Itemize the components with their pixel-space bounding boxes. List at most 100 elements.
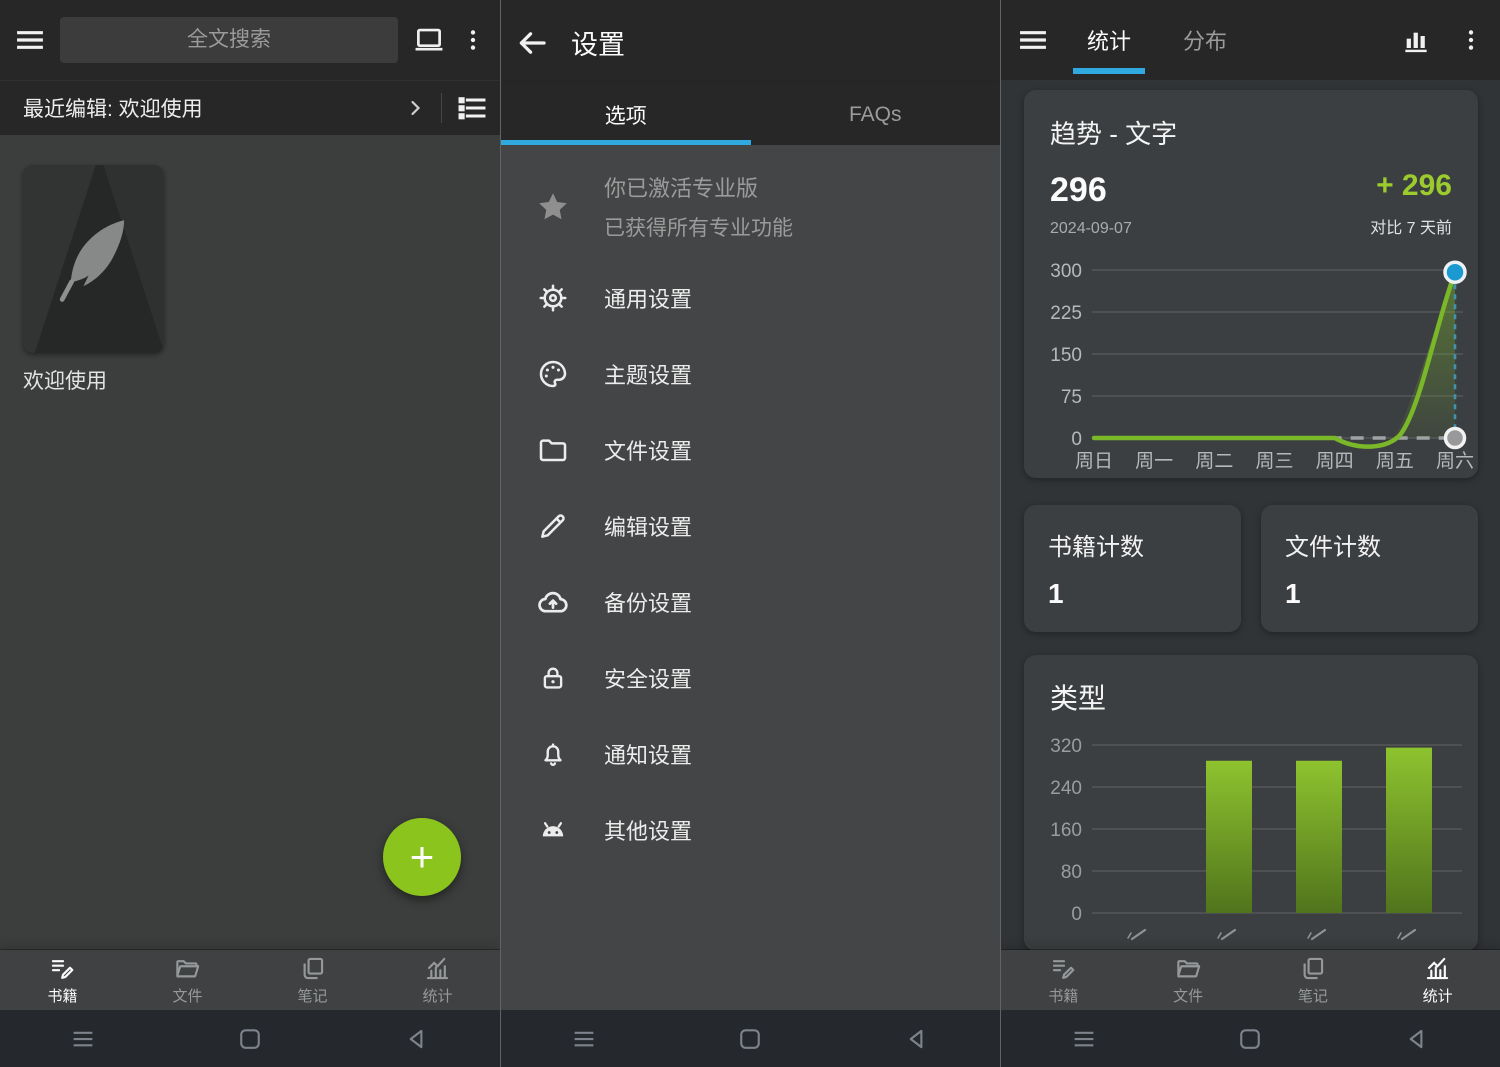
desktop-mode-button[interactable] xyxy=(412,23,446,57)
overflow-menu-button[interactable] xyxy=(1458,25,1484,55)
tab-faqs[interactable]: FAQs xyxy=(751,85,1001,145)
files-icon xyxy=(174,955,201,982)
library-body: 欢迎使用 + xyxy=(0,135,500,950)
nav-label: 笔记 xyxy=(1298,985,1328,1006)
svg-text:240: 240 xyxy=(1050,778,1082,799)
notes-icon xyxy=(299,955,326,982)
nav-notes[interactable]: 笔记 xyxy=(250,950,375,1010)
trend-line-chart: 300225150750周日周一周二周三周四周五周六 xyxy=(1024,254,1479,476)
count-value: 1 xyxy=(1048,578,1217,610)
settings-item-label: 文件设置 xyxy=(604,434,692,466)
screen: 最近编辑: 欢迎使用 欢迎使用 + xyxy=(0,0,1500,1067)
recents-button[interactable] xyxy=(1001,1010,1167,1067)
android-navbar xyxy=(1001,1010,1500,1067)
chevron-right-icon xyxy=(403,96,427,120)
count-label: 书籍计数 xyxy=(1048,527,1217,562)
nav-stats[interactable]: 统计 xyxy=(375,950,500,1010)
stats-body: 趋势 - 文字 296 2024-09-07 + 296 对比 7 天前 300… xyxy=(1001,80,1500,950)
svg-text:周二: 周二 xyxy=(1195,451,1233,472)
pro-line2: 已获得所有专业功能 xyxy=(604,212,793,242)
svg-text:周一: 周一 xyxy=(1135,451,1173,472)
recents-icon xyxy=(68,1024,98,1054)
add-book-fab[interactable]: + xyxy=(383,818,461,896)
chart-type-button[interactable] xyxy=(1400,24,1432,56)
overflow-icon xyxy=(460,25,486,55)
tab-distribution[interactable]: 分布 xyxy=(1157,0,1253,80)
home-button[interactable] xyxy=(167,1010,334,1067)
svg-text:周三: 周三 xyxy=(1255,451,1293,472)
nav-books[interactable]: 书籍 xyxy=(1001,950,1126,1010)
plus-icon: + xyxy=(410,836,435,878)
search-input[interactable] xyxy=(60,17,398,63)
settings-item-files[interactable]: 文件设置 xyxy=(501,412,1000,488)
tab-label: 选项 xyxy=(605,100,647,130)
nav-files[interactable]: 文件 xyxy=(125,950,250,1010)
back-arrow-button[interactable] xyxy=(515,26,549,60)
menu-button[interactable] xyxy=(14,24,46,56)
svg-text:0: 0 xyxy=(1071,904,1082,925)
books-icon xyxy=(1050,955,1077,982)
bell-icon xyxy=(501,739,604,769)
recents-button[interactable] xyxy=(0,1010,167,1067)
settings-item-label: 编辑设置 xyxy=(604,510,692,542)
settings-item-security[interactable]: 安全设置 xyxy=(501,640,1000,716)
home-icon xyxy=(735,1024,765,1054)
laptop-icon xyxy=(412,23,446,57)
back-button[interactable] xyxy=(333,1010,500,1067)
back-button[interactable] xyxy=(834,1010,1000,1067)
nav-label: 书籍 xyxy=(1048,985,1078,1006)
home-button[interactable] xyxy=(1167,1010,1333,1067)
trend-card-header: 趋势 - 文字 296 2024-09-07 + 296 对比 7 天前 xyxy=(1024,90,1478,238)
pro-version-banner[interactable]: 你已激活专业版 已获得所有专业功能 xyxy=(501,161,1000,260)
nav-books[interactable]: 书籍 xyxy=(0,950,125,1010)
recent-edit-row[interactable]: 最近编辑: 欢迎使用 xyxy=(0,80,500,135)
android-icon xyxy=(501,813,604,847)
tab-statistics[interactable]: 统计 xyxy=(1061,0,1157,80)
settings-item-other[interactable]: 其他设置 xyxy=(501,792,1000,868)
settings-screen: 设置 选项 FAQs 你已激活专业版 已获得所有专业功能 xyxy=(500,0,1000,1067)
nav-label: 文件 xyxy=(172,985,202,1006)
home-icon xyxy=(235,1024,265,1054)
menu-button[interactable] xyxy=(1017,24,1049,56)
overflow-menu-button[interactable] xyxy=(460,25,486,55)
pencil-icon xyxy=(501,510,604,542)
tab-options[interactable]: 选项 xyxy=(501,85,751,145)
book-item[interactable]: 欢迎使用 xyxy=(23,165,164,395)
back-icon xyxy=(402,1024,432,1054)
trend-value: 296 xyxy=(1050,173,1132,207)
star-icon xyxy=(501,189,604,225)
settings-item-backup[interactable]: 备份设置 xyxy=(501,564,1000,640)
home-button[interactable] xyxy=(667,1010,833,1067)
settings-item-theme[interactable]: 主题设置 xyxy=(501,336,1000,412)
recents-button[interactable] xyxy=(501,1010,667,1067)
svg-text:150: 150 xyxy=(1050,345,1082,366)
svg-text:周六: 周六 xyxy=(1436,450,1474,472)
svg-text:300: 300 xyxy=(1050,261,1082,282)
svg-text:160: 160 xyxy=(1050,820,1082,841)
settings-item-label: 其他设置 xyxy=(604,814,692,846)
pro-banner-text: 你已激活专业版 已获得所有专业功能 xyxy=(604,171,793,242)
files-icon xyxy=(1175,955,1202,982)
notes-icon xyxy=(1299,955,1326,982)
settings-item-editor[interactable]: 编辑设置 xyxy=(501,488,1000,564)
stats-appbar: 统计 分布 xyxy=(1001,0,1500,80)
view-list-button[interactable] xyxy=(456,92,488,124)
type-card: 类型 320240160800 xyxy=(1024,655,1478,951)
settings-list: 你已激活专业版 已获得所有专业功能 通用设置 主题设置 xyxy=(501,145,1000,1010)
trend-card: 趋势 - 文字 296 2024-09-07 + 296 对比 7 天前 300… xyxy=(1024,90,1478,478)
nav-files[interactable]: 文件 xyxy=(1126,950,1251,1010)
svg-text:周四: 周四 xyxy=(1316,451,1354,472)
nav-stats[interactable]: 统计 xyxy=(1375,950,1500,1010)
settings-item-general[interactable]: 通用设置 xyxy=(501,260,1000,336)
settings-item-label: 通知设置 xyxy=(604,738,692,770)
settings-item-label: 主题设置 xyxy=(604,358,692,390)
back-button[interactable] xyxy=(1334,1010,1500,1067)
settings-item-notifications[interactable]: 通知设置 xyxy=(501,716,1000,792)
pro-line1: 你已激活专业版 xyxy=(604,171,793,203)
tab-label: 统计 xyxy=(1087,24,1131,56)
back-icon xyxy=(902,1024,932,1054)
trend-delta-caption: 对比 7 天前 xyxy=(1370,214,1452,238)
nav-notes[interactable]: 笔记 xyxy=(1251,950,1376,1010)
nav-label: 文件 xyxy=(1173,985,1203,1006)
hamburger-icon xyxy=(14,24,46,56)
